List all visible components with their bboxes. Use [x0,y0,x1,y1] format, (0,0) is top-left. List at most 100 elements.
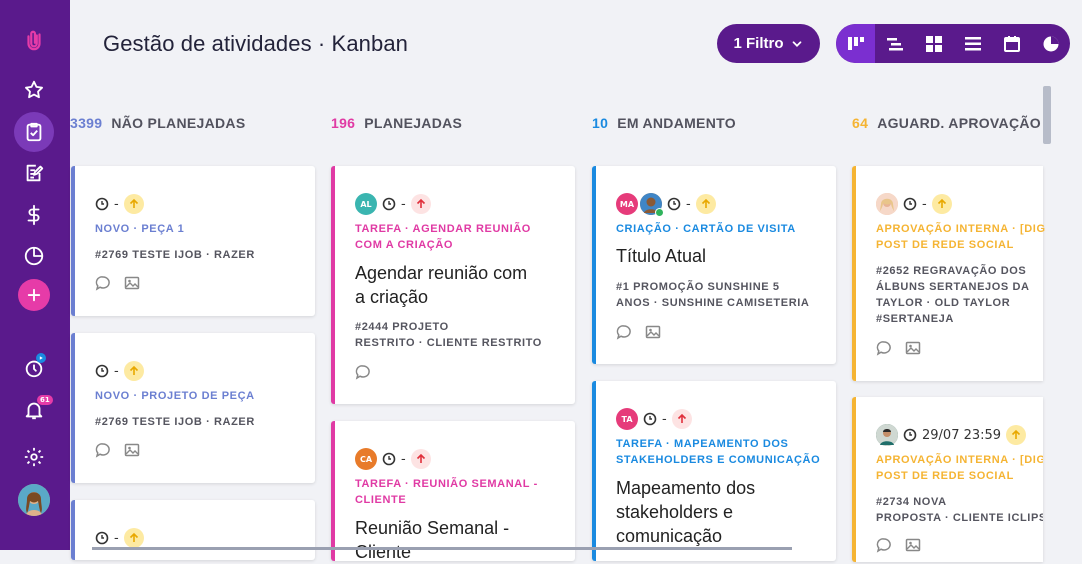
priority-up-icon [410,449,431,469]
project-line: ANOS · SUNSHINE CAMISETERIA [616,297,810,309]
filter-button[interactable]: 1 Filtro [717,24,820,63]
filter-label: 1 Filtro [733,35,784,52]
comment-icon[interactable] [355,364,371,380]
due-date: - [662,411,667,427]
kanban-card[interactable]: CA - TAREFA · REUNIÃO SEMANAL - CLIENTE … [331,421,575,564]
reports-pie-icon[interactable] [14,236,54,276]
activities-icon[interactable] [14,112,54,152]
category-line: STAKEHOLDERS E COMUNICAÇÃO [616,454,821,466]
card-category: TAREFA · REUNIÃO SEMANAL - CLIENTE [355,476,538,508]
notes-icon[interactable] [14,153,54,193]
card-category: NOVO · PEÇA 1 [95,223,185,235]
category-line: POST DE REDE SOCIAL [876,239,1014,251]
clock-icon [382,452,396,466]
dollar-icon[interactable] [14,195,54,235]
favorites-icon[interactable] [14,70,54,110]
list-view-button[interactable] [953,24,992,63]
comment-icon[interactable] [616,324,632,340]
due-date: - [401,196,406,212]
priority-up-icon [410,194,431,214]
comment-icon[interactable] [95,275,111,291]
clock-icon [95,197,109,211]
logo-icon[interactable] [14,20,54,60]
kanban-card[interactable]: AL - TAREFA · AGENDAR REUNIÃO COM A CRIA… [331,166,575,404]
column-label: NÃO PLANEJADAS [111,115,246,131]
due-date: - [686,196,691,212]
kanban-card[interactable]: - NOVO · PROJETO DE PEÇA #2769 TESTE IJO… [71,333,315,483]
page-title: Gestão de atividades · Kanban [103,31,408,56]
check-badge-icon [655,208,664,217]
add-icon[interactable] [18,279,50,311]
card-title: Reunião Semanal - Cliente [355,516,509,564]
category-line: APROVAÇÃO INTERNA · [DIG [876,223,1046,235]
category-line: POST DE REDE SOCIAL [876,470,1014,482]
priority-up-icon [931,194,952,214]
category-line: TAREFA · AGENDAR REUNIÃO [355,223,531,235]
timer-icon[interactable] [14,348,54,388]
column-count: 3399 [70,115,103,131]
kanban-view-button[interactable] [836,24,875,63]
user-avatar[interactable] [18,484,50,516]
card-category: TAREFA · MAPEAMENTO DOS STAKEHOLDERS E C… [616,436,820,468]
card-project: #2734 NOVA PROPOSTA · CLIENTE ICLIPS [876,494,1043,526]
image-icon[interactable] [905,340,921,356]
kanban-card[interactable]: TA - TAREFA · MAPEAMENTO DOS STAKEHOLDER… [592,381,836,561]
image-icon[interactable] [645,324,661,340]
calendar-view-button[interactable] [992,24,1031,63]
kanban-card[interactable]: - [71,500,315,560]
due-date: - [922,196,927,212]
priority-up-icon [1006,425,1027,445]
clock-icon [643,412,657,426]
kanban-card[interactable]: - NOVO · PEÇA 1 #2769 TESTE IJOB · RAZER [71,166,315,316]
kanban-card[interactable]: MA - CRIAÇÃO · CARTÃO DE VISITA Título A… [592,166,836,364]
title-line: Mapeamento dos [616,478,756,498]
comment-icon[interactable] [95,442,111,458]
category-line: COM A CRIAÇÃO [355,239,454,251]
project-line: #SERTANEJA [876,313,954,325]
notifications-icon[interactable]: 61 [14,390,54,430]
kanban-card[interactable]: 29/07 23:59 APROVAÇÃO INTERNA · [DIG POS… [852,397,1043,562]
clock-icon [95,531,109,545]
card-category: CRIAÇÃO · CARTÃO DE VISITA [616,223,796,235]
due-date: - [114,196,119,212]
vertical-scrollbar[interactable] [1043,86,1051,144]
sidebar: 61 [0,0,70,550]
image-icon[interactable] [124,275,140,291]
assignee-photo-avatar [876,424,898,446]
chevron-down-icon [792,40,801,47]
grid-view-button[interactable] [914,24,953,63]
column-label: EM ANDAMENTO [617,115,736,131]
notification-count-badge: 61 [37,395,53,405]
dashboard-view-button[interactable] [1031,24,1070,63]
card-title: Título Atual [616,246,707,266]
priority-up-icon [123,528,144,548]
due-date: - [401,451,406,467]
column-label: PLANEJADAS [364,115,463,131]
card-project: #2769 TESTE IJOB · RAZER [95,249,255,261]
gantt-view-button[interactable] [875,24,914,63]
card-project: #2652 REGRAVAÇÃO DOS ÁLBUNS SERTANEJOS D… [876,263,1030,327]
assignee-avatar: MA [616,193,638,215]
clock-icon [667,197,681,211]
column-count: 64 [852,115,869,131]
image-icon[interactable] [905,537,921,553]
card-project: #2769 TESTE IJOB · RAZER [95,416,255,428]
project-line: PROPOSTA · CLIENTE ICLIPS [876,512,1043,524]
category-line: TAREFA · MAPEAMENTO DOS [616,438,789,450]
clock-icon [382,197,396,211]
gantt-icon [886,37,903,50]
kanban-card[interactable]: - APROVAÇÃO INTERNA · [DIG POST DE REDE … [852,166,1046,381]
due-date: - [114,363,119,379]
assignee-photo-avatar [640,193,664,217]
comment-icon[interactable] [876,537,892,553]
comment-icon[interactable] [876,340,892,356]
column-header-nao-planejadas: 3399 NÃO PLANEJADAS [70,115,245,131]
due-date: - [114,530,119,546]
image-icon[interactable] [124,442,140,458]
project-line: RESTRITO · CLIENTE RESTRITO [355,337,542,349]
column-header-aguard-aprovacao: 64 AGUARD. APROVAÇÃO [852,115,1043,131]
priority-up-icon [123,194,144,214]
gear-icon[interactable] [14,437,54,477]
column-count: 10 [592,115,609,131]
due-date: 29/07 23:59 [922,427,1002,443]
